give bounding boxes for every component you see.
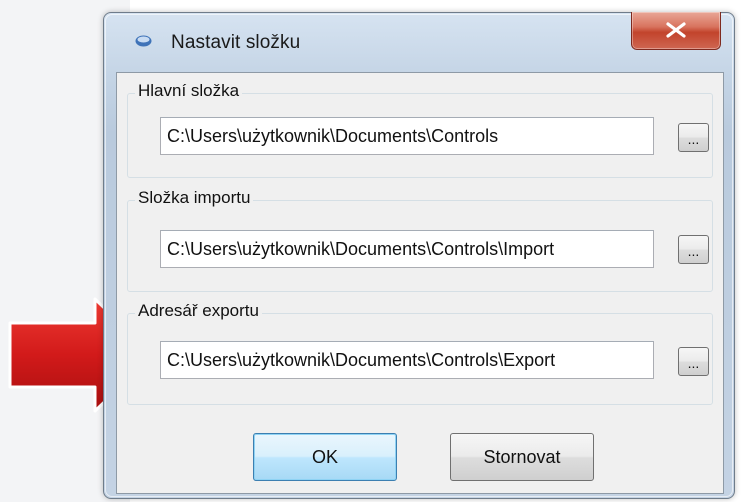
export-folder-browse-button[interactable]: ... (678, 347, 709, 376)
cancel-button[interactable]: Stornovat (450, 433, 594, 481)
export-folder-group: Adresář exportu ... (127, 301, 713, 405)
main-folder-group: Hlavní složka ... (127, 81, 713, 178)
import-folder-group: Složka importu ... (127, 188, 713, 292)
export-folder-path-input[interactable] (160, 341, 654, 379)
title-bar[interactable]: Nastavit složku (104, 12, 734, 73)
close-icon (666, 22, 686, 38)
ok-button[interactable]: OK (253, 433, 397, 481)
dialog-window: Nastavit složku Hlavní složka ... Složka… (103, 12, 735, 499)
window-title: Nastavit složku (171, 32, 301, 53)
main-folder-label: Hlavní složka (135, 81, 243, 101)
import-folder-browse-button[interactable]: ... (678, 235, 709, 264)
export-folder-label: Adresář exportu (135, 301, 262, 321)
folder-icon (135, 35, 152, 47)
close-button[interactable] (631, 12, 721, 50)
main-folder-path-input[interactable] (160, 117, 654, 155)
main-folder-browse-button[interactable]: ... (678, 123, 709, 152)
import-folder-label: Složka importu (135, 188, 254, 208)
dialog-client-area: Hlavní složka ... Složka importu ... Adr… (116, 72, 724, 494)
import-folder-path-input[interactable] (160, 230, 654, 268)
